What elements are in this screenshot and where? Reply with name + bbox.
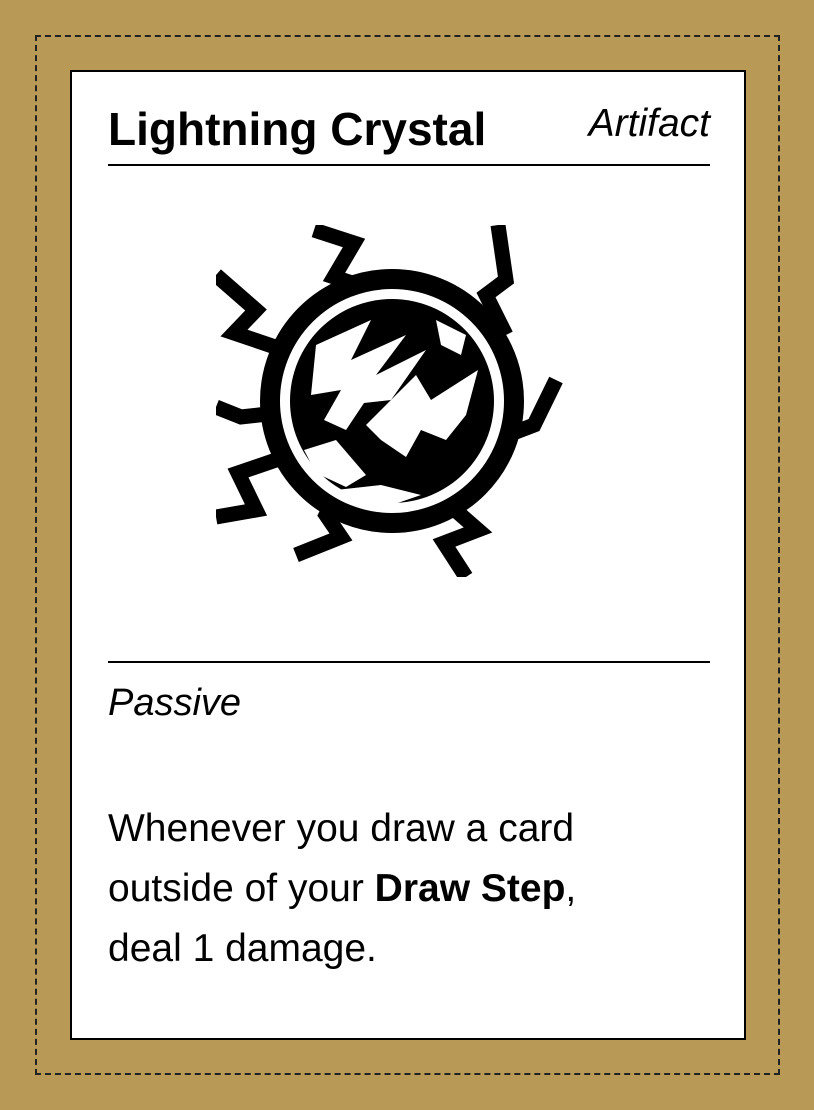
rules-text: Whenever you draw a card outside of your… (108, 799, 708, 979)
rules-text-line-2: outside of your Draw Step, (108, 859, 708, 919)
lightning-crystal-icon (216, 225, 563, 577)
rules-text-line-2-end: , (565, 867, 577, 910)
rules-text-line-3: deal 1 damage. (108, 927, 377, 970)
card: Lightning Crystal Artifact Passive Whene… (70, 70, 746, 1040)
text-divider (108, 661, 710, 663)
ability-keyword: Passive (108, 682, 242, 724)
card-type: Artifact (588, 102, 710, 145)
title-divider (108, 164, 710, 166)
rules-text-line-2-start: outside of your (108, 867, 375, 910)
card-title: Lightning Crystal (108, 103, 487, 155)
rules-text-line-1: Whenever you draw a card (108, 807, 575, 850)
draw-step-term: Draw Step (374, 867, 566, 910)
